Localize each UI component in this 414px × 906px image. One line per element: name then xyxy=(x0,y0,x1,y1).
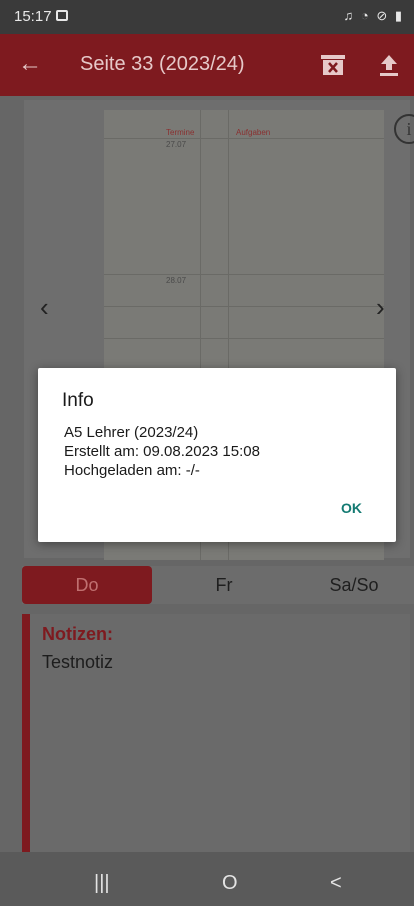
dialog-line-template: A5 Lehrer (2023/24) xyxy=(64,424,199,441)
image-icon xyxy=(56,10,68,21)
chevron-left-icon[interactable]: ‹ xyxy=(40,292,49,323)
home-button[interactable]: O xyxy=(222,872,238,895)
status-bar: 15:17 ♫ ◔ ⊘ ▮ xyxy=(0,0,414,34)
recents-button[interactable]: ||| xyxy=(94,872,110,895)
dnd-icon: ⊘ xyxy=(376,8,390,23)
status-icons: ♫ ◔ ⊘ ▮ xyxy=(343,8,404,24)
date-label: 28.07 xyxy=(166,276,187,285)
wifi-icon: ◔ xyxy=(360,8,371,23)
mute-icon: ♫ xyxy=(343,8,356,23)
tab-sa-so[interactable]: Sa/So xyxy=(294,566,414,604)
column-label-aufgaben: Aufgaben xyxy=(236,128,271,137)
back-arrow-icon[interactable]: ← xyxy=(18,50,42,78)
dialog-line-created: Erstellt am: 09.08.2023 15:08 xyxy=(64,443,260,460)
day-tabs: Do Fr Sa/So xyxy=(22,566,414,604)
column-label-termine: Termine xyxy=(166,128,195,137)
battery-icon: ▮ xyxy=(394,8,404,23)
tab-do[interactable]: Do xyxy=(22,566,152,604)
chevron-right-icon[interactable]: › xyxy=(376,292,385,323)
tab-fr[interactable]: Fr xyxy=(162,566,286,604)
system-nav-bar: ||| O < xyxy=(0,866,414,906)
info-icon[interactable]: i xyxy=(394,114,414,144)
delete-box-icon[interactable] xyxy=(320,54,346,76)
upload-icon[interactable] xyxy=(376,52,402,78)
status-time: 15:17 xyxy=(14,8,52,25)
back-button[interactable]: < xyxy=(330,872,342,895)
page-title: Seite 33 (2023/24) xyxy=(80,53,245,75)
notes-label: Notizen: xyxy=(42,624,113,644)
app-bar: ← Seite 33 (2023/24) xyxy=(0,34,414,96)
info-dialog: Info A5 Lehrer (2023/24) Erstellt am: 09… xyxy=(38,368,396,542)
notes-card[interactable]: Notizen: Testnotiz xyxy=(22,614,410,852)
notes-text: Testnotiz xyxy=(42,652,114,672)
ok-button[interactable]: OK xyxy=(341,500,362,516)
date-label: 27.07 xyxy=(166,140,187,149)
dialog-line-uploaded: Hochgeladen am: -/- xyxy=(64,462,200,479)
dialog-title: Info xyxy=(62,390,94,411)
